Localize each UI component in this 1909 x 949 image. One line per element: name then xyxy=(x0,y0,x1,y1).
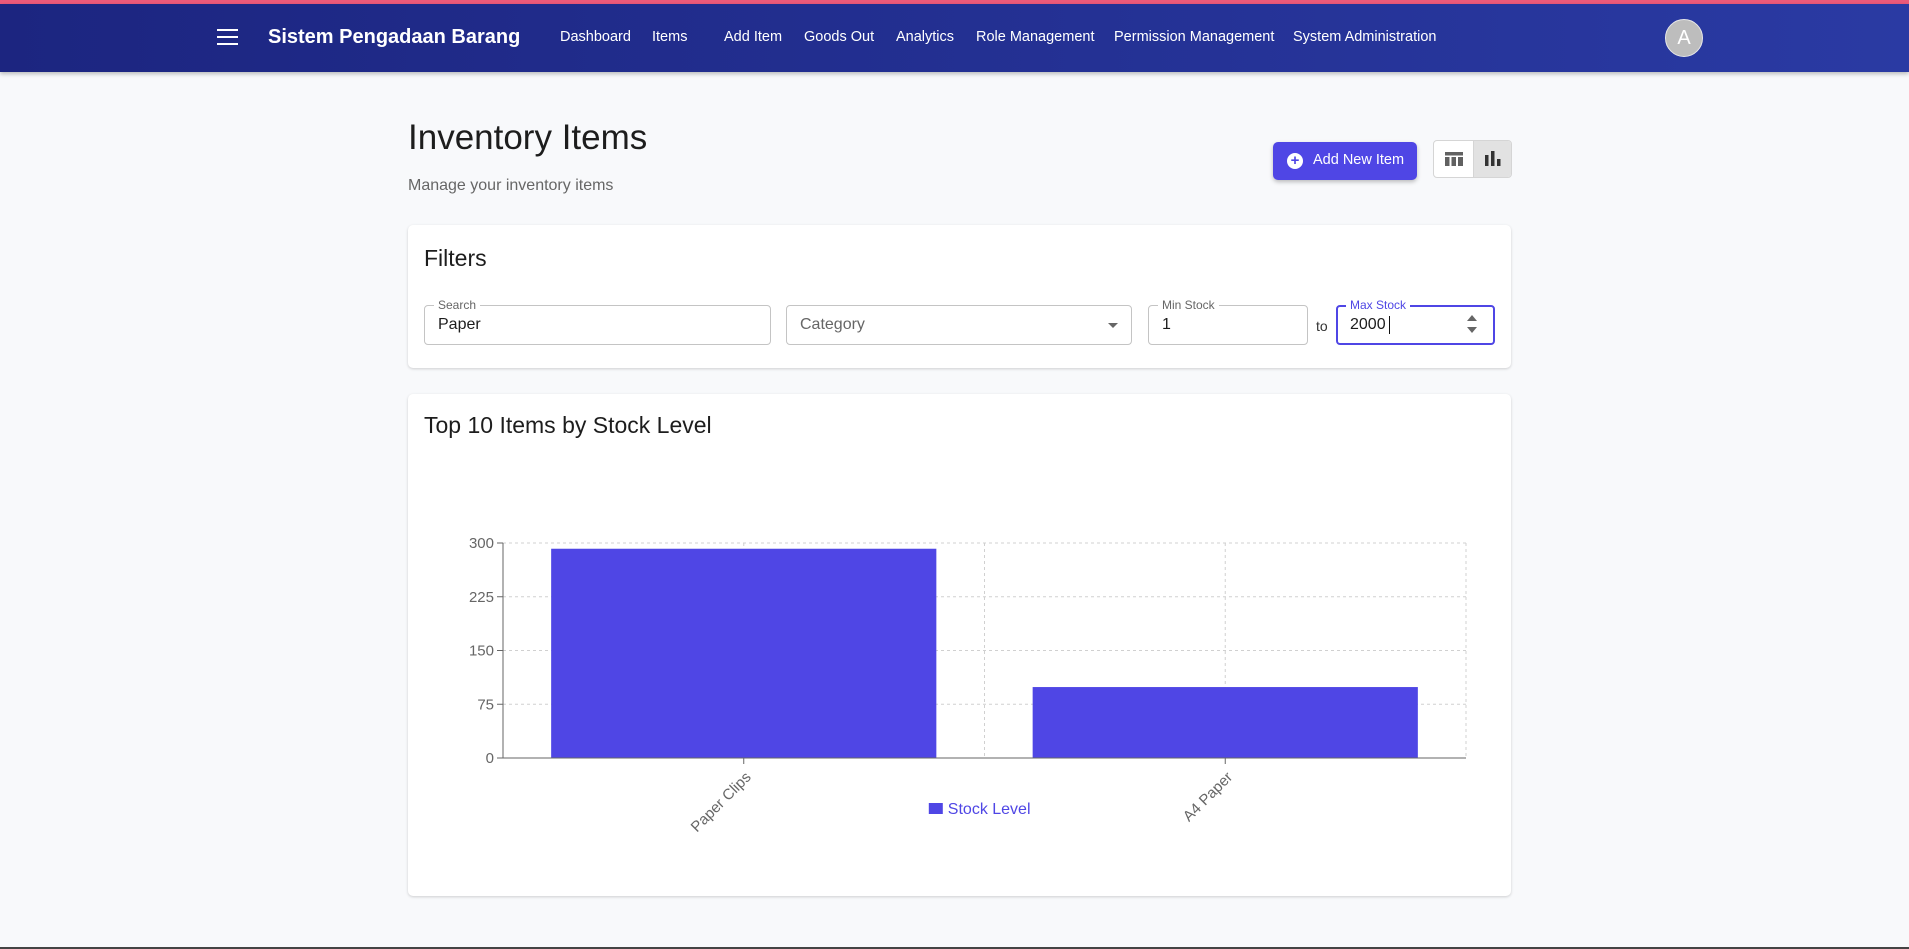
app-brand[interactable]: Sistem Pengadaan Barang xyxy=(268,26,520,49)
filters-card: Filters Search Paper Category Min Stock … xyxy=(408,225,1511,368)
range-separator: to xyxy=(1316,318,1328,334)
category-select[interactable]: Category xyxy=(786,305,1132,345)
x-tick-label: Paper Clips xyxy=(688,769,755,836)
max-stock-input[interactable]: Max Stock 2000 xyxy=(1336,298,1495,345)
nav-permission-management[interactable]: Permission Management xyxy=(1114,29,1274,45)
max-stock-value: 2000 xyxy=(1350,316,1386,333)
min-stock-value: 1 xyxy=(1162,316,1171,333)
page-title: Inventory Items xyxy=(408,118,648,157)
add-new-item-button[interactable]: + Add New Item xyxy=(1273,142,1417,180)
bar-chart-icon xyxy=(1485,151,1501,166)
category-placeholder: Category xyxy=(800,316,865,333)
dropdown-arrow-icon xyxy=(1108,323,1118,328)
nav-goods-out[interactable]: Goods Out xyxy=(804,29,874,45)
bar-paper-clips xyxy=(551,548,937,758)
search-label: Search xyxy=(434,298,481,312)
y-tick-label: 300 xyxy=(469,535,494,552)
nav-items[interactable]: Items xyxy=(652,29,687,45)
table-view-button[interactable] xyxy=(1434,141,1473,177)
filters-title: Filters xyxy=(424,245,487,271)
hamburger-menu-icon[interactable] xyxy=(217,29,238,47)
app-bar: Sistem Pengadaan Barang Dashboard Items … xyxy=(0,4,1909,72)
search-value: Paper xyxy=(438,316,481,333)
bar-a4-paper xyxy=(1032,687,1418,758)
nav-dashboard[interactable]: Dashboard xyxy=(560,29,631,45)
x-tick-label: A4 Paper xyxy=(1180,769,1236,825)
table-view-icon xyxy=(1445,152,1463,166)
min-stock-input[interactable]: Min Stock 1 xyxy=(1148,298,1308,345)
chart-card: Top 10 Items by Stock Level 0 75 150 225 300… xyxy=(408,394,1511,896)
y-tick-label: 0 xyxy=(486,750,494,767)
nav-add-item[interactable]: Add Item xyxy=(724,29,782,45)
nav-analytics[interactable]: Analytics xyxy=(896,29,954,45)
y-tick-label: 150 xyxy=(469,643,494,660)
add-new-item-label: Add New Item xyxy=(1313,152,1405,168)
view-toggle-group xyxy=(1433,140,1512,178)
increment-arrow-icon[interactable] xyxy=(1467,315,1477,321)
stock-level-bar-chart: 0 75 150 225 300 Paper Clips A4 Paper Stock Lev… xyxy=(469,535,1467,836)
min-stock-label: Min Stock xyxy=(1158,298,1219,312)
page-subtitle: Manage your inventory items xyxy=(408,177,614,194)
add-circle-icon: + xyxy=(1287,153,1303,169)
nav-system-administration[interactable]: System Administration xyxy=(1293,29,1436,45)
max-stock-label: Max Stock xyxy=(1346,298,1411,312)
chart-title: Top 10 Items by Stock Level xyxy=(424,412,712,438)
nav-role-management[interactable]: Role Management xyxy=(976,29,1095,45)
chart-view-button[interactable] xyxy=(1473,141,1511,177)
user-avatar[interactable]: A xyxy=(1665,19,1703,57)
legend-label: Stock Level xyxy=(948,801,1031,818)
legend-swatch xyxy=(928,803,943,814)
search-input[interactable]: Search Paper xyxy=(424,298,771,345)
y-tick-label: 225 xyxy=(469,589,494,606)
decrement-arrow-icon[interactable] xyxy=(1467,327,1477,333)
y-tick-label: 75 xyxy=(477,696,494,713)
text-cursor xyxy=(1389,316,1390,334)
